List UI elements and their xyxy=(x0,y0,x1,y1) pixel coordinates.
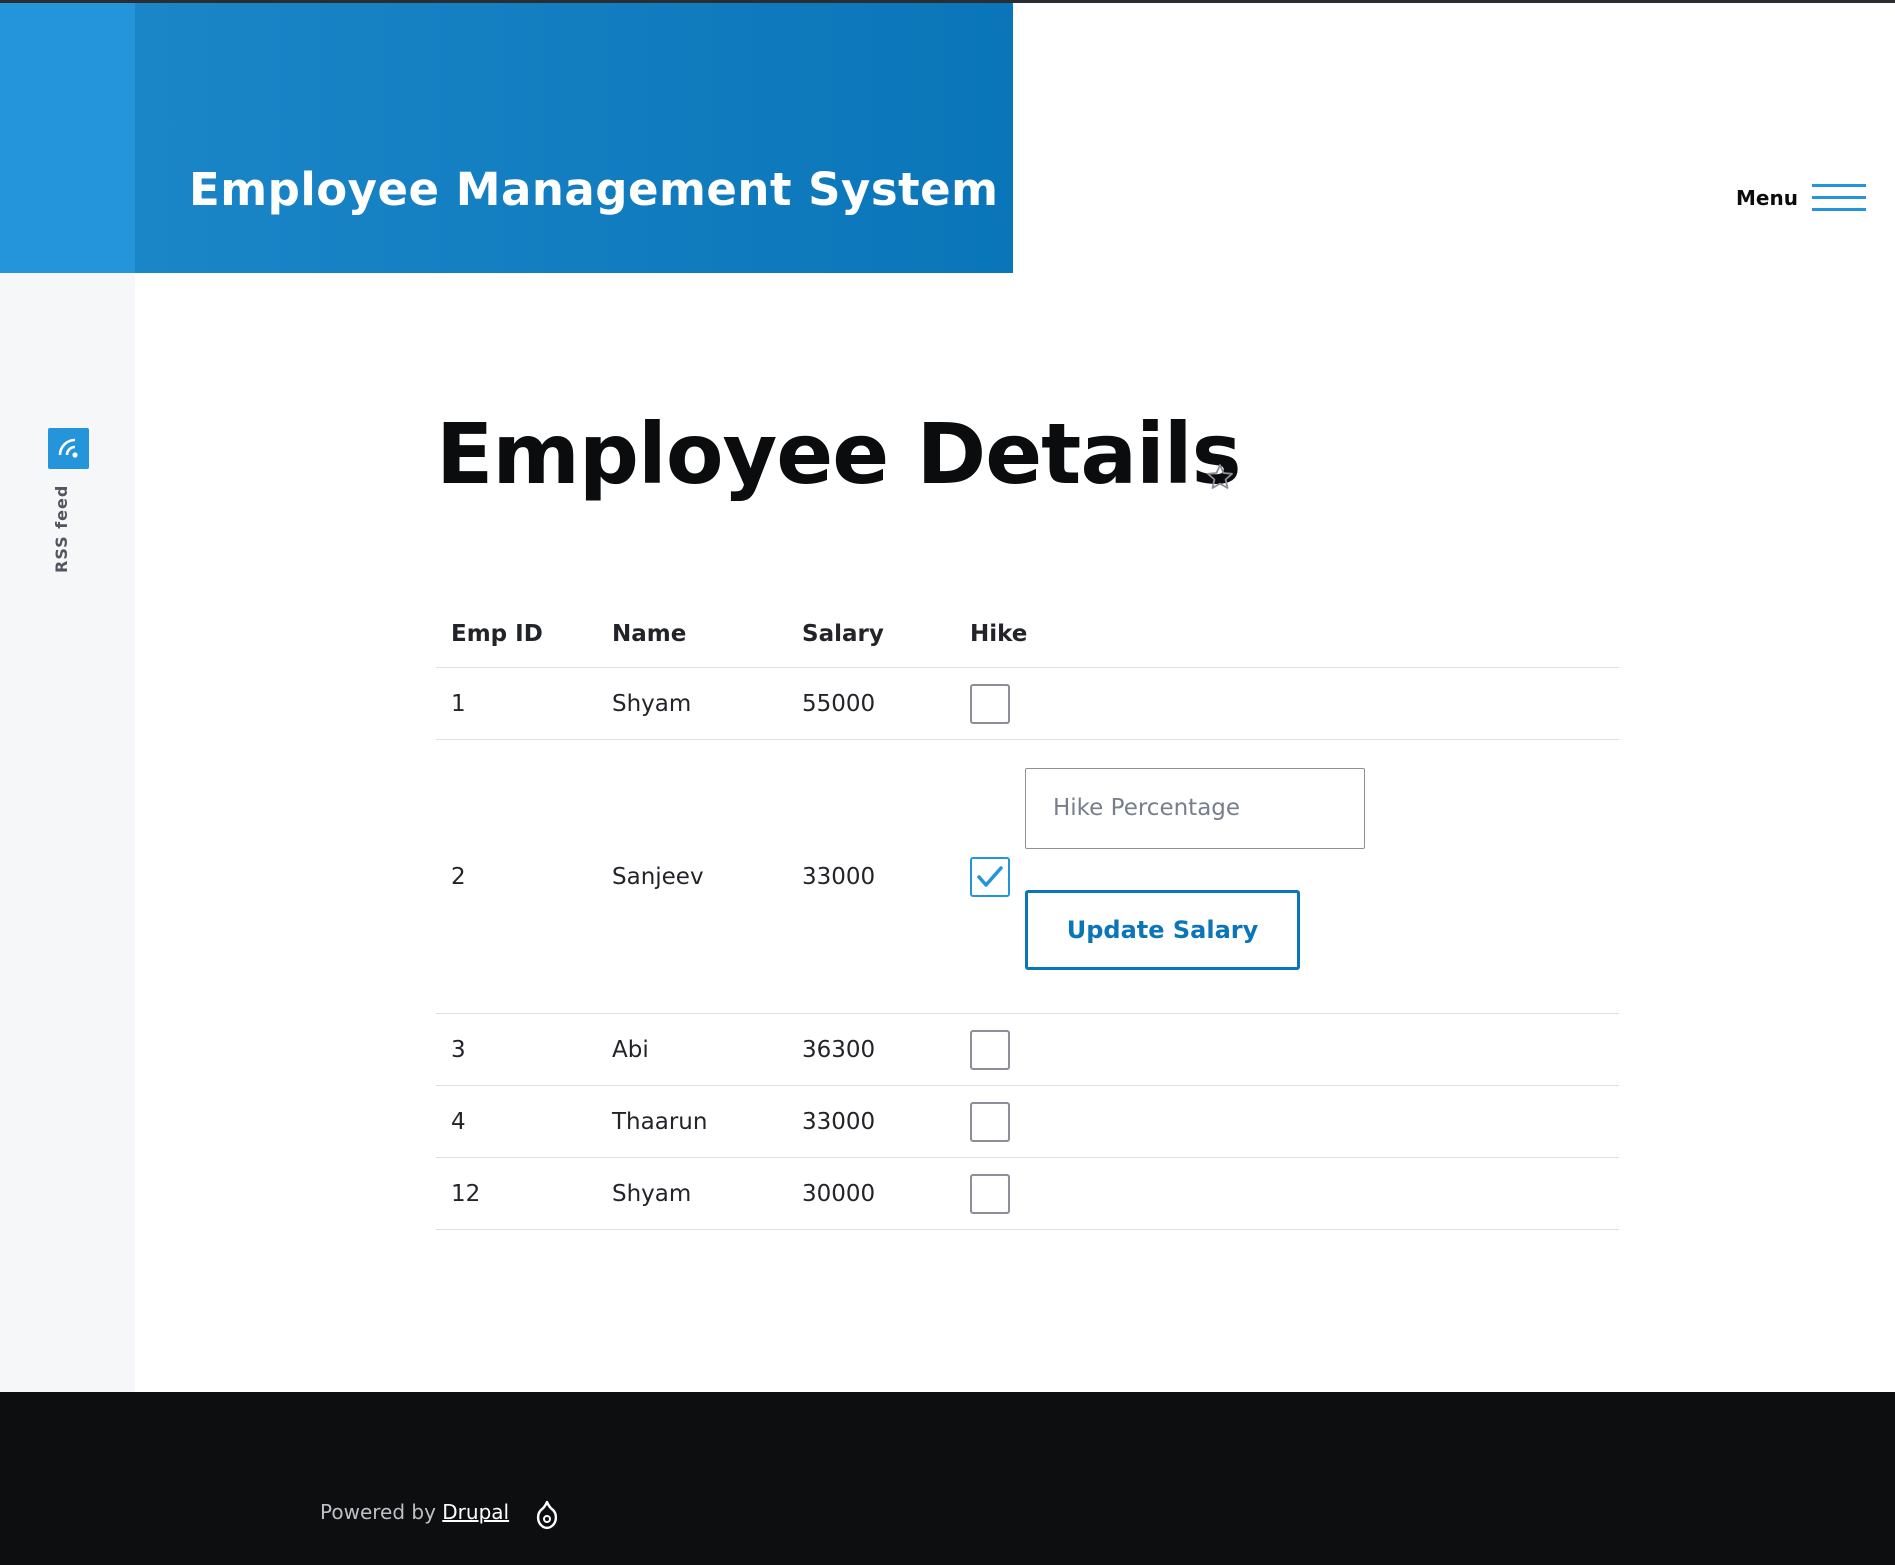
table-row: 12 Shyam 30000 xyxy=(436,1158,1619,1230)
menu-toggle-button[interactable]: Menu xyxy=(1730,180,1870,220)
cell-emp-id: 12 xyxy=(451,1180,481,1207)
hike-form: Update Salary xyxy=(1025,740,1365,1014)
column-header-hike: Hike xyxy=(970,620,1028,647)
cell-salary: 33000 xyxy=(802,863,876,890)
menu-label: Menu xyxy=(1736,186,1798,210)
drupal-drop-icon xyxy=(536,1500,558,1530)
powered-by-text: Powered by Drupal xyxy=(320,1500,509,1524)
table-row: 3 Abi 36300 xyxy=(436,1014,1619,1086)
site-branding: Employee Management System xyxy=(0,3,1013,273)
cell-emp-id: 3 xyxy=(451,1036,466,1063)
powered-by-label: Powered by xyxy=(320,1500,436,1524)
hike-checkbox[interactable] xyxy=(970,856,1010,897)
table-row: 2 Sanjeev 33000 Update Salary xyxy=(436,740,1619,1014)
rss-icon xyxy=(58,438,78,458)
cell-name: Shyam xyxy=(612,690,692,717)
checkmark-icon xyxy=(977,865,1003,887)
hike-checkbox[interactable] xyxy=(970,1173,1010,1214)
rss-feed-label: RSS feed xyxy=(52,484,71,573)
table-row: 1 Shyam 55000 xyxy=(436,668,1619,740)
update-salary-button[interactable]: Update Salary xyxy=(1025,889,1300,970)
cell-name: Thaarun xyxy=(612,1108,708,1135)
cell-emp-id: 4 xyxy=(451,1108,466,1135)
drupal-link[interactable]: Drupal xyxy=(442,1500,509,1524)
column-header-name: Name xyxy=(612,620,687,647)
rss-feed-button[interactable] xyxy=(48,428,89,469)
site-title-link[interactable]: Employee Management System xyxy=(189,163,999,216)
cell-emp-id: 2 xyxy=(451,863,466,890)
cell-name: Shyam xyxy=(612,1180,692,1207)
column-header-emp-id: Emp ID xyxy=(451,620,543,647)
hike-checkbox[interactable] xyxy=(970,1101,1010,1142)
cell-name: Sanjeev xyxy=(612,863,704,890)
star-icon[interactable] xyxy=(1205,462,1235,492)
cell-salary: 55000 xyxy=(802,690,876,717)
cell-salary: 36300 xyxy=(802,1036,876,1063)
column-header-salary: Salary xyxy=(802,620,884,647)
hamburger-icon xyxy=(1812,184,1866,212)
hike-checkbox[interactable] xyxy=(970,683,1010,724)
table-row: 4 Thaarun 33000 xyxy=(436,1086,1619,1158)
cell-emp-id: 1 xyxy=(451,690,466,717)
page-title: Employee Details xyxy=(436,405,1242,503)
hike-percentage-input[interactable] xyxy=(1025,767,1365,849)
cell-name: Abi xyxy=(612,1036,649,1063)
cell-salary: 33000 xyxy=(802,1108,876,1135)
table-header-row: Emp ID Name Salary Hike xyxy=(436,600,1619,668)
employee-table: Emp ID Name Salary Hike 1 Shyam 55000 2 … xyxy=(436,600,1619,1230)
hike-checkbox[interactable] xyxy=(970,1029,1010,1070)
cell-salary: 30000 xyxy=(802,1180,876,1207)
site-footer xyxy=(0,1392,1895,1565)
